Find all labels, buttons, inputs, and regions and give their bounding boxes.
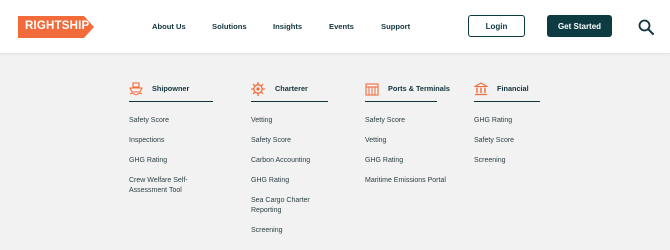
rightship-logo[interactable]: RIGHTSHIP bbox=[18, 16, 94, 38]
nav-solutions[interactable]: Solutions bbox=[212, 22, 247, 31]
column-title-charterer[interactable]: Charterer bbox=[275, 84, 308, 93]
column-title-shipowner[interactable]: Shipowner bbox=[152, 84, 189, 93]
bank-icon bbox=[474, 82, 488, 96]
link-safety-score[interactable]: Safety Score bbox=[474, 136, 556, 146]
column-underline bbox=[365, 101, 437, 103]
helm-icon bbox=[251, 82, 265, 96]
link-carbon-accounting[interactable]: Carbon Accounting bbox=[251, 156, 333, 166]
get-started-button[interactable]: Get Started bbox=[547, 15, 612, 37]
nav-about-us[interactable]: About Us bbox=[152, 22, 186, 31]
link-maritime-emissions-portal[interactable]: Maritime Emissions Portal bbox=[365, 176, 447, 186]
link-screening[interactable]: Screening bbox=[251, 226, 333, 236]
column-underline bbox=[251, 101, 328, 103]
column-title-financial[interactable]: Financial bbox=[497, 84, 529, 93]
link-inspections[interactable]: Inspections bbox=[129, 136, 211, 146]
search-icon[interactable] bbox=[638, 19, 654, 35]
login-button[interactable]: Login bbox=[468, 15, 525, 37]
link-vetting[interactable]: Vetting bbox=[251, 116, 333, 126]
ship-icon bbox=[129, 82, 143, 96]
link-ghg-rating[interactable]: GHG Rating bbox=[129, 156, 211, 166]
link-crew-welfare-self-assessment-tool[interactable]: Crew Welfare Self-Assessment Tool bbox=[129, 176, 211, 196]
link-sea-cargo-charter-reporting[interactable]: Sea Cargo Charter Reporting bbox=[251, 196, 333, 216]
link-ghg-rating[interactable]: GHG Rating bbox=[365, 156, 447, 166]
terminal-icon bbox=[365, 83, 379, 96]
nav-insights[interactable]: Insights bbox=[273, 22, 302, 31]
nav-support[interactable]: Support bbox=[381, 22, 410, 31]
top-navigation-bar: RIGHTSHIP About Us Solutions Insights Ev… bbox=[0, 0, 670, 54]
column-underline bbox=[474, 101, 540, 103]
column-title-ports-terminals[interactable]: Ports & Terminals bbox=[388, 84, 450, 93]
link-safety-score[interactable]: Safety Score bbox=[365, 116, 447, 126]
link-screening[interactable]: Screening bbox=[474, 156, 556, 166]
column-underline bbox=[129, 101, 213, 103]
link-vetting[interactable]: Vetting bbox=[365, 136, 447, 146]
nav-events[interactable]: Events bbox=[329, 22, 354, 31]
link-safety-score[interactable]: Safety Score bbox=[251, 136, 333, 146]
link-safety-score[interactable]: Safety Score bbox=[129, 116, 211, 126]
link-ghg-rating[interactable]: GHG Rating bbox=[251, 176, 333, 186]
link-ghg-rating[interactable]: GHG Rating bbox=[474, 116, 556, 126]
logo-text: RIGHTSHIP bbox=[25, 20, 90, 32]
